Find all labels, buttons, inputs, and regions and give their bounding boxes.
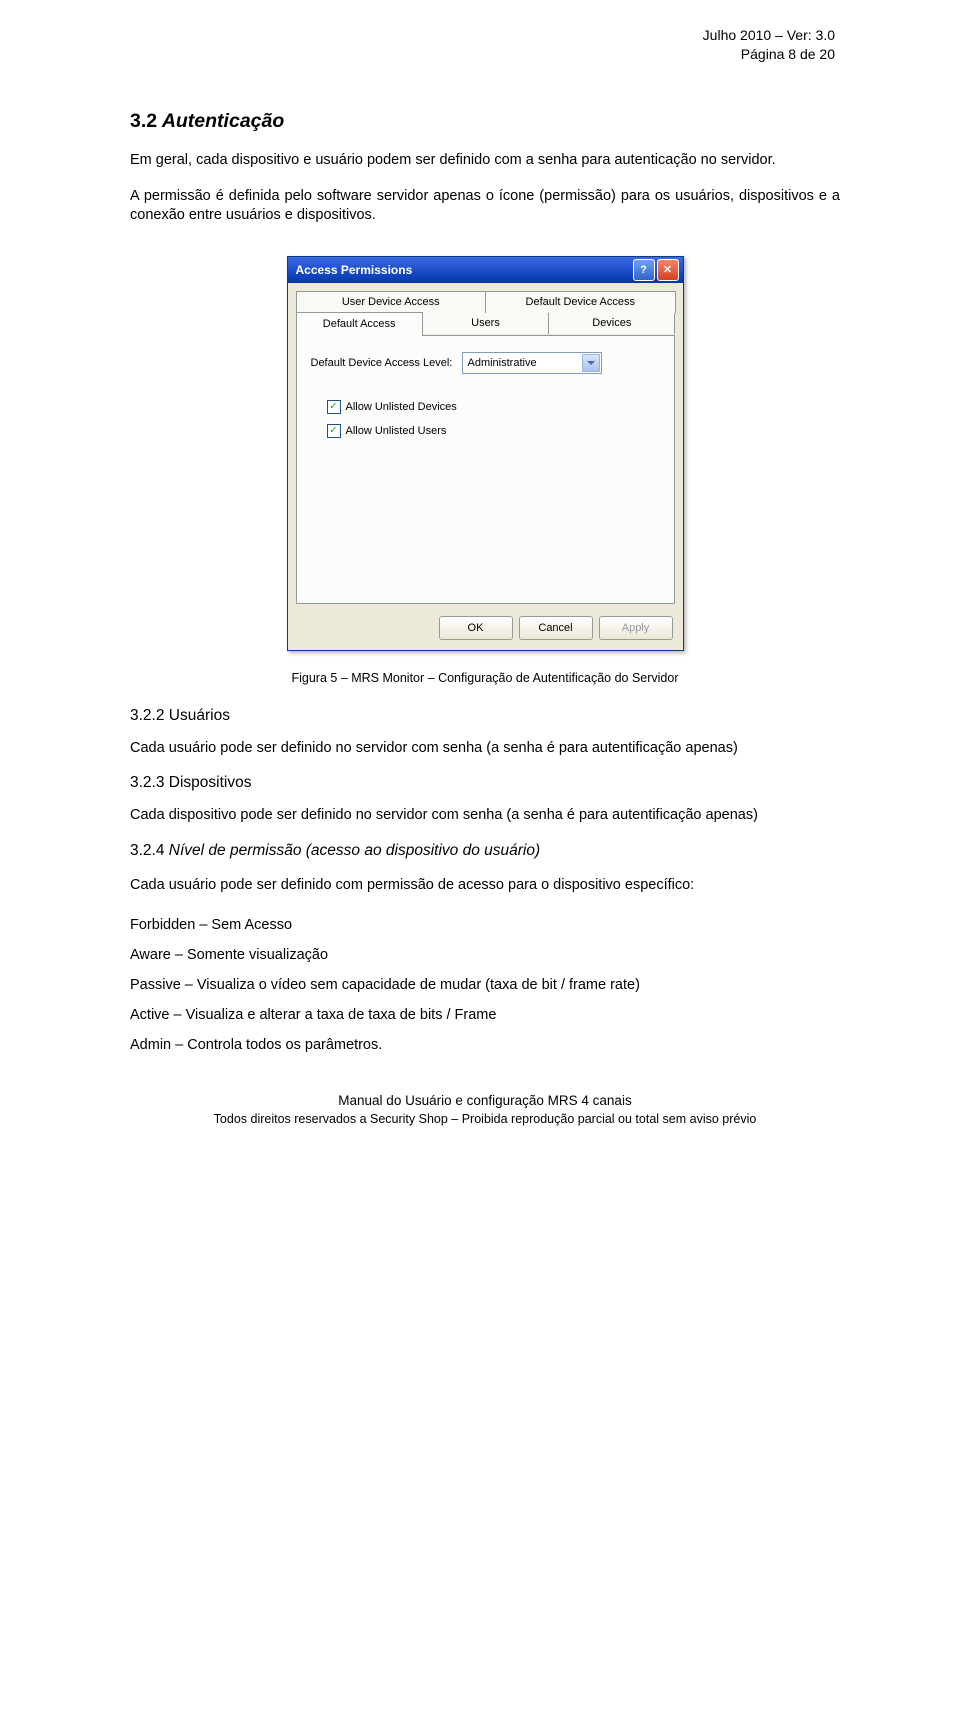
dialog-button-row: OK Cancel Apply <box>288 608 683 650</box>
access-level-value: Administrative <box>468 357 537 369</box>
section-heading: 3.2 Autenticação <box>130 110 840 133</box>
subsection-title: Usuários <box>169 707 230 724</box>
close-button[interactable]: ✕ <box>657 259 679 281</box>
subsection-324-body: Cada usuário pode ser definido com permi… <box>130 876 840 896</box>
help-button[interactable]: ? <box>633 259 655 281</box>
tab-user-device-access[interactable]: User Device Access <box>296 291 487 313</box>
checkbox-label: Allow Unlisted Devices <box>346 401 457 413</box>
permission-level-aware: Aware – Somente visualização <box>130 947 840 963</box>
footer-rights: Todos direitos reservados a Security Sho… <box>130 1112 840 1126</box>
subsection-323-body: Cada dispositivo pode ser definido no se… <box>130 806 840 826</box>
checkbox-label: Allow Unlisted Users <box>346 425 447 437</box>
access-permissions-dialog: Access Permissions ? ✕ User Device Acces… <box>287 256 684 651</box>
access-level-select[interactable]: Administrative <box>462 352 602 374</box>
permission-level-forbidden: Forbidden – Sem Acesso <box>130 917 840 933</box>
subsection-title: Nível de permissão (acesso ao dispositiv… <box>169 842 540 859</box>
header-info: Julho 2010 – Ver: 3.0 Página 8 de 20 <box>703 26 835 64</box>
tab-devices[interactable]: Devices <box>548 313 675 334</box>
subsection-title: Dispositivos <box>169 774 252 791</box>
permission-level-active: Active – Visualiza e alterar a taxa de t… <box>130 1007 840 1023</box>
ok-button[interactable]: OK <box>439 616 513 640</box>
allow-unlisted-users-checkbox[interactable]: ✓ Allow Unlisted Users <box>327 424 660 438</box>
header-date-version: Julho 2010 – Ver: 3.0 <box>703 26 835 45</box>
section-title: Autenticação <box>162 110 284 132</box>
footer-title: Manual do Usuário e configuração MRS 4 c… <box>130 1093 840 1108</box>
titlebar: Access Permissions ? ✕ <box>288 257 683 283</box>
permission-level-admin: Admin – Controla todos os parâmetros. <box>130 1037 840 1053</box>
subsection-323-heading: 3.2.3 Dispositivos <box>130 774 840 792</box>
tab-default-device-access[interactable]: Default Device Access <box>485 291 676 313</box>
checkbox-icon: ✓ <box>327 424 341 438</box>
chevron-down-icon[interactable] <box>582 354 600 372</box>
tab-users[interactable]: Users <box>422 313 549 334</box>
checkbox-icon: ✓ <box>327 400 341 414</box>
cancel-button[interactable]: Cancel <box>519 616 593 640</box>
subsection-322-body: Cada usuário pode ser definido no servid… <box>130 739 840 759</box>
subsection-322-heading: 3.2.2 Usuários <box>130 707 840 725</box>
intro-paragraph-1: Em geral, cada dispositivo e usuário pod… <box>130 151 840 171</box>
subsection-number: 3.2.3 <box>130 774 164 791</box>
intro-paragraph-2: A permissão é definida pelo software ser… <box>130 187 840 226</box>
header-page-number: Página 8 de 20 <box>703 45 835 64</box>
allow-unlisted-devices-checkbox[interactable]: ✓ Allow Unlisted Devices <box>327 400 660 414</box>
tab-pane: Default Device Access Level: Administrat… <box>296 335 675 604</box>
access-level-label: Default Device Access Level: <box>311 357 456 369</box>
permission-level-passive: Passive – Visualiza o vídeo sem capacida… <box>130 977 840 993</box>
dialog-title: Access Permissions <box>296 263 413 277</box>
subsection-number: 3.2.4 <box>130 842 164 859</box>
subsection-324-heading: 3.2.4 Nível de permissão (acesso ao disp… <box>130 842 840 860</box>
figure-dialog: Access Permissions ? ✕ User Device Acces… <box>130 256 840 651</box>
figure-caption: Figura 5 – MRS Monitor – Configuração de… <box>130 671 840 685</box>
tab-strip: User Device Access Default Device Access… <box>288 283 683 608</box>
subsection-number: 3.2.2 <box>130 707 164 724</box>
apply-button[interactable]: Apply <box>599 616 673 640</box>
access-level-field: Default Device Access Level: Administrat… <box>311 352 660 374</box>
tab-default-access[interactable]: Default Access <box>296 312 423 336</box>
section-number: 3.2 <box>130 110 157 132</box>
